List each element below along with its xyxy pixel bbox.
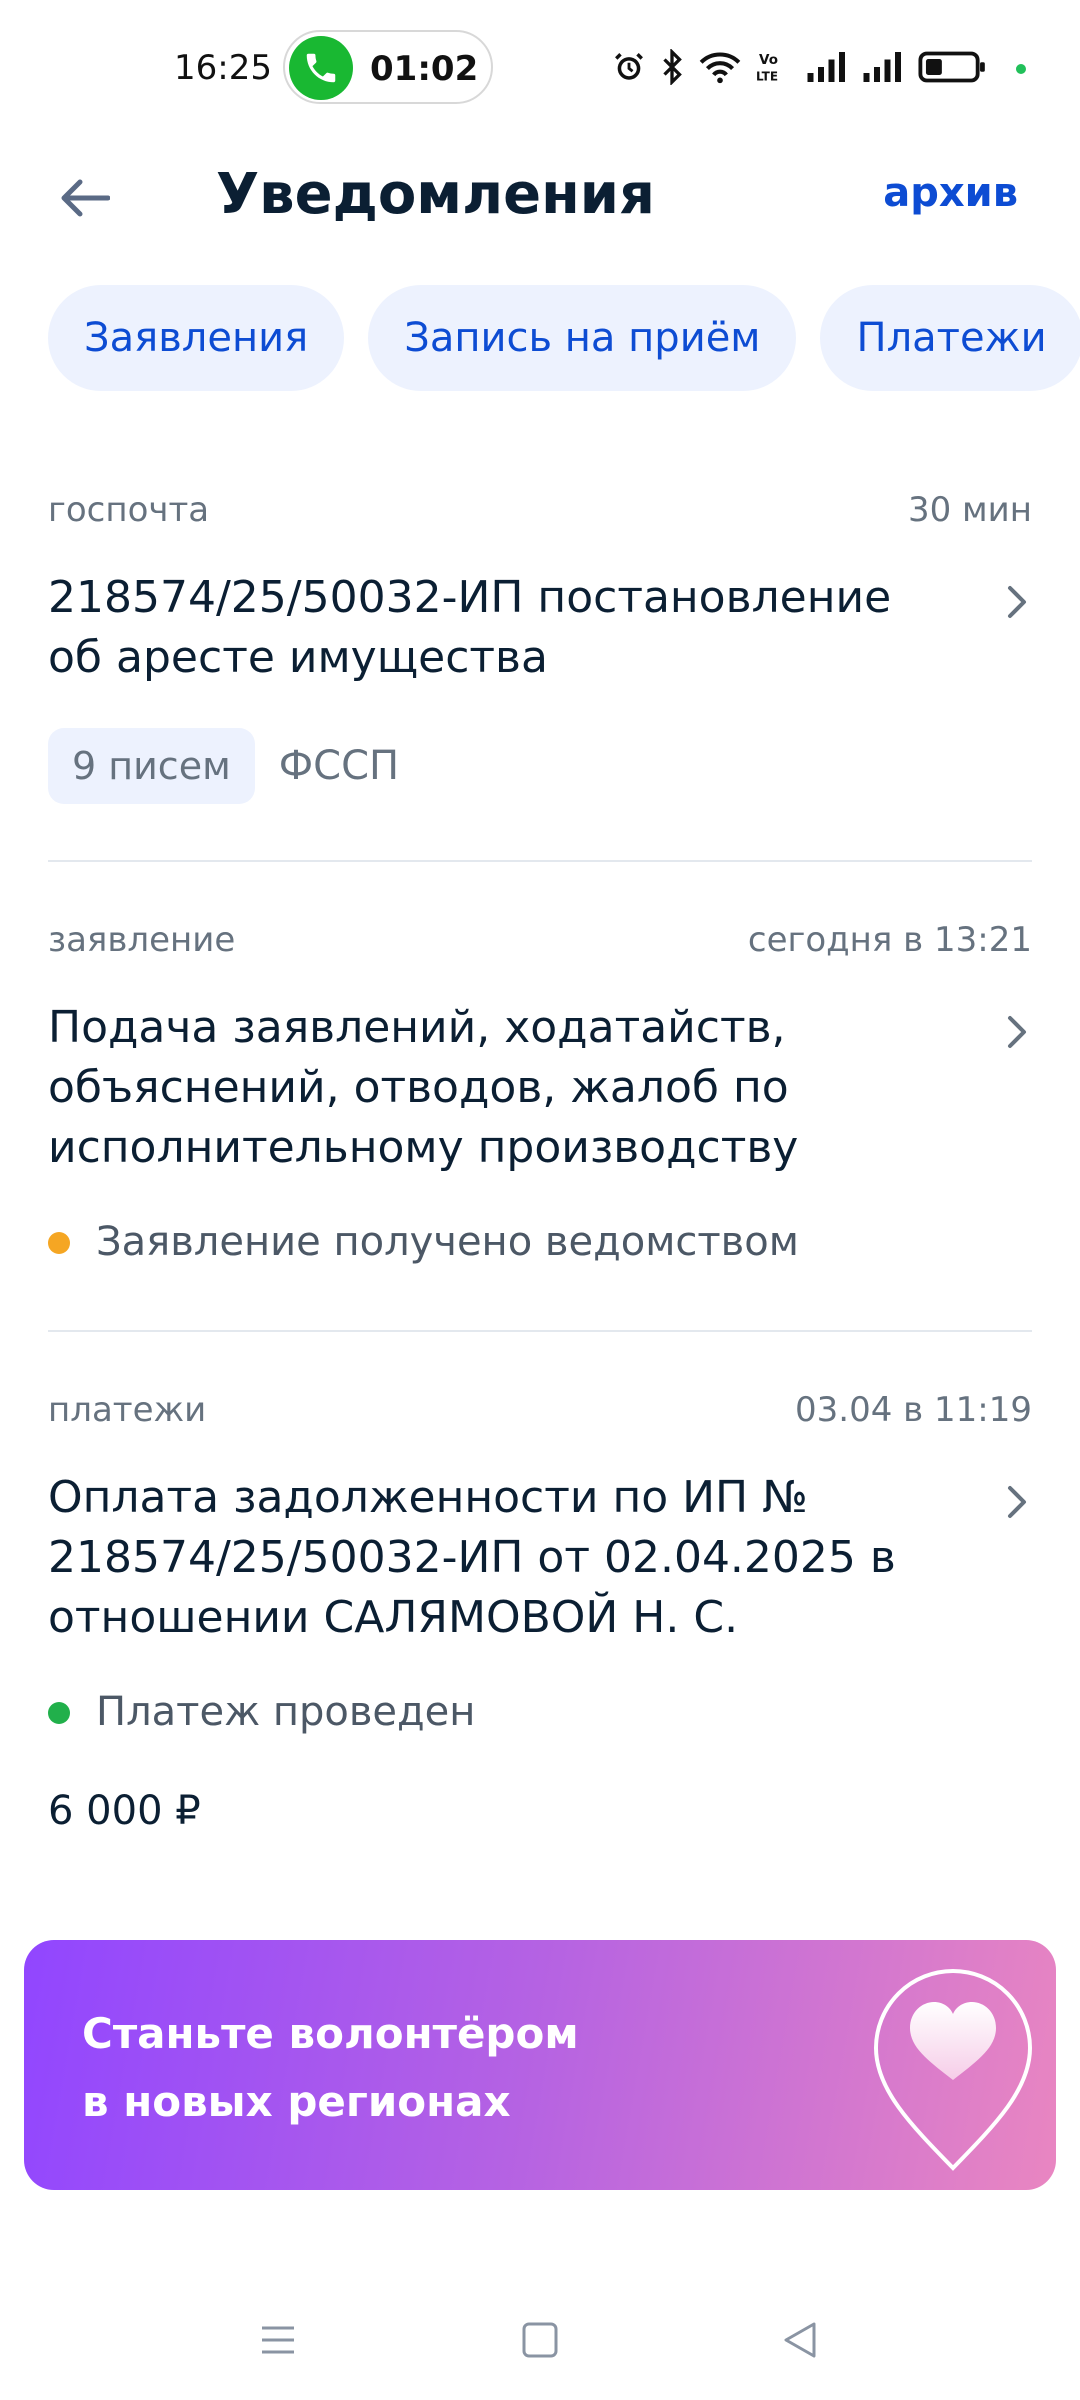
status-dot-success bbox=[48, 1702, 70, 1724]
notification-status: Платеж проведен bbox=[48, 1682, 1032, 1742]
notification-item[interactable]: госпочта 30 мин 218574/25/50032-ИП поста… bbox=[48, 490, 1032, 804]
organization-label: ФССП bbox=[278, 743, 400, 789]
back-nav-button[interactable] bbox=[770, 2310, 830, 2370]
notification-time: 30 мин bbox=[907, 490, 1032, 530]
chevron-right-icon bbox=[1008, 1016, 1026, 1048]
alarm-icon bbox=[615, 53, 643, 80]
notification-title: Подача заявлений, ходатайств, объяснений… bbox=[48, 998, 1032, 1178]
notification-meta: заявление сегодня в 13:21 bbox=[48, 920, 1032, 970]
letters-count-badge: 9 писем bbox=[48, 728, 255, 804]
filter-tabs: Заявления Запись на приём Платежи bbox=[48, 285, 1080, 395]
arrow-left-icon bbox=[61, 179, 110, 217]
page-title: Уведомления bbox=[216, 162, 655, 227]
status-text: Платеж проведен bbox=[96, 1689, 476, 1735]
back-triangle-icon bbox=[784, 2322, 816, 2358]
notification-footer: 9 писем ФССП bbox=[48, 728, 1032, 804]
signal-1-icon bbox=[807, 52, 845, 82]
notification-title: Оплата задолженности по ИП № 218574/25/5… bbox=[48, 1468, 1032, 1648]
notification-time: сегодня в 13:21 bbox=[747, 920, 1032, 960]
notification-meta: платежи 03.04 в 11:19 bbox=[48, 1390, 1032, 1440]
chevron-right-icon bbox=[1008, 1486, 1026, 1518]
phone-icon bbox=[289, 36, 353, 100]
status-text: Заявление получено ведомством bbox=[96, 1219, 799, 1265]
chevron-right-icon bbox=[1008, 586, 1026, 618]
tab-payments[interactable]: Платежи bbox=[820, 285, 1080, 391]
menu-icon bbox=[262, 2326, 294, 2354]
tab-applications[interactable]: Заявления bbox=[48, 285, 345, 391]
home-button[interactable] bbox=[510, 2310, 570, 2370]
notification-title-text: 218574/25/50032-ИП постановление об арес… bbox=[48, 572, 892, 683]
notification-title-text: Подача заявлений, ходатайств, объяснений… bbox=[48, 1002, 799, 1173]
notification-item[interactable]: заявление сегодня в 13:21 Подача заявлен… bbox=[48, 920, 1032, 1272]
battery-icon bbox=[918, 51, 985, 83]
notification-title-text: Оплата задолженности по ИП № 218574/25/5… bbox=[48, 1472, 896, 1643]
notification-category: заявление bbox=[48, 920, 236, 960]
divider bbox=[48, 1330, 1032, 1332]
back-button[interactable] bbox=[48, 162, 120, 234]
home-square-icon bbox=[522, 2322, 558, 2358]
notification-category: платежи bbox=[48, 1390, 207, 1430]
svg-text:LTE: LTE bbox=[756, 70, 778, 84]
menu-button[interactable] bbox=[248, 2310, 308, 2370]
ongoing-call-pill[interactable]: 01:02 bbox=[283, 30, 493, 104]
notification-meta: госпочта 30 мин bbox=[48, 490, 1032, 540]
archive-link[interactable]: архив bbox=[883, 170, 1018, 216]
app-header: Уведомления архив bbox=[0, 140, 1080, 250]
divider bbox=[48, 860, 1032, 862]
status-icons: Vo LTE bbox=[612, 44, 988, 90]
banner-line-2: в новых регионах bbox=[82, 2077, 511, 2126]
tab-appointments[interactable]: Запись на приём bbox=[368, 285, 797, 391]
notification-status: Заявление получено ведомством bbox=[48, 1212, 1032, 1272]
system-nav-bar bbox=[0, 2280, 1080, 2400]
notification-time: 03.04 в 11:19 bbox=[795, 1390, 1032, 1430]
volunteer-banner[interactable]: Станьте волонтёром в новых регионах bbox=[24, 1940, 1056, 2190]
privacy-indicator-dot bbox=[1016, 64, 1026, 74]
notification-item[interactable]: платежи 03.04 в 11:19 Оплата задолженнос… bbox=[48, 1390, 1032, 1834]
wifi-icon bbox=[699, 52, 741, 84]
banner-line-1: Станьте волонтёром bbox=[82, 2009, 579, 2058]
payment-amount: 6 000 ₽ bbox=[48, 1788, 201, 1834]
call-duration: 01:02 bbox=[370, 49, 479, 89]
heart-pin-icon bbox=[873, 1969, 1033, 2171]
signal-2-icon bbox=[863, 52, 901, 82]
bluetooth-icon bbox=[663, 49, 682, 85]
status-bar: 16:25 01:02 Vo LTE bbox=[0, 0, 1080, 140]
status-dot-pending bbox=[48, 1232, 70, 1254]
volte-icon: Vo LTE bbox=[756, 52, 778, 84]
status-time: 16:25 bbox=[174, 48, 272, 88]
banner-text: Станьте волонтёром в новых регионах bbox=[82, 2000, 579, 2136]
svg-text:Vo: Vo bbox=[759, 52, 778, 68]
notification-title: 218574/25/50032-ИП постановление об арес… bbox=[48, 568, 1032, 688]
notification-category: госпочта bbox=[48, 490, 210, 530]
